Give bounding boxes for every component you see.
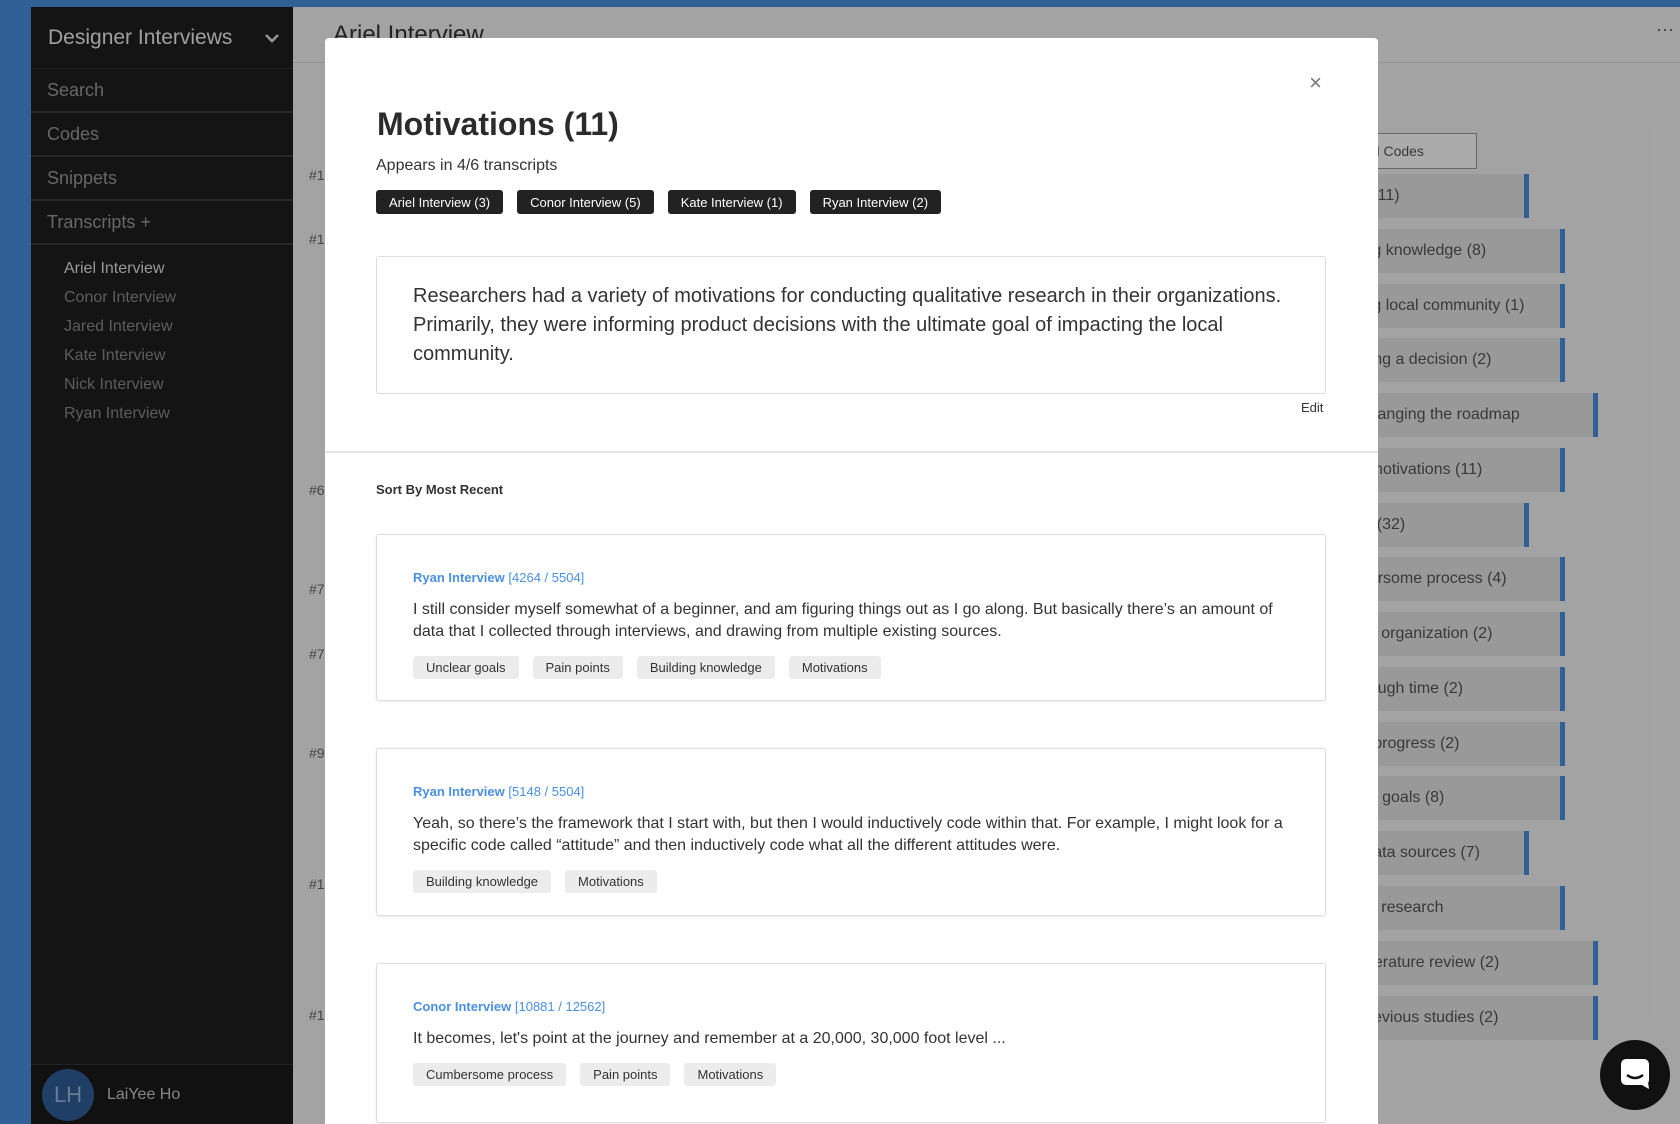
code-item[interactable]: Previous studies (2) <box>1343 996 1598 1040</box>
snippet-text: Yeah, so there’s the framework that I st… <box>413 815 1283 854</box>
snippet-card: Ryan Interview [4264 / 5504] I still con… <box>376 534 1326 701</box>
appears-in-text: Appears in 4/6 transcripts <box>376 157 558 174</box>
sort-control[interactable]: Sort By Most Recent <box>376 482 503 497</box>
line-number: #9 <box>309 745 325 761</box>
line-number: #7 <box>309 581 325 597</box>
snippet-text: I still consider myself somewhat of a be… <box>413 601 1273 640</box>
snippet-card: Ryan Interview [5148 / 5504] Yeah, so th… <box>376 748 1326 916</box>
sidebar-item-transcripts[interactable]: Transcripts + <box>31 201 293 245</box>
code-bar <box>1560 557 1565 601</box>
line-number: #1 <box>309 876 325 892</box>
code-bar <box>1593 996 1598 1040</box>
transcript-chip[interactable]: Ryan Interview (2) <box>809 190 942 214</box>
transcript-item-ariel[interactable]: Ariel Interview <box>31 254 293 283</box>
sidebar-item-snippets[interactable]: Snippets <box>31 157 293 201</box>
snippet-source-name[interactable]: Ryan Interview <box>413 570 505 585</box>
snippet-text: It becomes, let's point at the journey a… <box>413 1030 1006 1047</box>
code-tag[interactable]: Pain points <box>580 1063 671 1086</box>
transcript-chip[interactable]: Kate Interview (1) <box>667 190 796 214</box>
snippet-source-name[interactable]: Conor Interview <box>413 999 511 1014</box>
transcript-item-jared[interactable]: Jared Interview <box>31 312 293 341</box>
code-bar <box>1560 612 1565 656</box>
line-number: #1 <box>309 1007 325 1023</box>
snippet-source[interactable]: Ryan Interview [4264 / 5504] <box>413 570 1289 585</box>
snippet-source[interactable]: Conor Interview [10881 / 12562] <box>413 999 1289 1014</box>
code-tag[interactable]: Motivations <box>684 1063 777 1086</box>
code-item[interactable]: Changing the roadmap <box>1343 393 1598 437</box>
divider <box>325 451 1378 453</box>
transcript-chips: Ariel Interview (3) Conor Interview (5) … <box>376 190 942 214</box>
snippet-source-name[interactable]: Ryan Interview <box>413 784 505 799</box>
chat-widget-button[interactable] <box>1600 1040 1670 1110</box>
user-name: LaiYee Ho <box>107 1085 181 1103</box>
sidebar-item-label: Snippets <box>47 167 118 188</box>
transcript-chip[interactable]: Ariel Interview (3) <box>376 190 504 214</box>
sidebar-item-label: Transcripts + <box>47 211 151 232</box>
code-tag[interactable]: Building knowledge <box>636 656 775 679</box>
code-tag[interactable]: Unclear goals <box>413 656 519 679</box>
edit-description-link[interactable]: Edit <box>1301 400 1323 415</box>
project-switcher[interactable]: Designer Interviews <box>31 7 293 69</box>
more-options-icon[interactable]: ··· <box>1656 19 1674 40</box>
chevron-down-icon[interactable] <box>265 30 279 46</box>
code-bar <box>1524 174 1529 218</box>
code-bar <box>1560 229 1565 273</box>
snippet-range[interactable]: [10881 / 12562] <box>515 999 605 1014</box>
transcript-item-conor[interactable]: Conor Interview <box>31 283 293 312</box>
sidebar-item-codes[interactable]: Codes <box>31 113 293 157</box>
code-bar <box>1560 722 1565 766</box>
code-tag[interactable]: Cumbersome process <box>413 1063 567 1086</box>
code-bar <box>1524 831 1529 875</box>
line-number: #1 <box>309 231 325 247</box>
code-bar <box>1560 284 1565 328</box>
code-item-label: Literature review (2) <box>1357 954 1500 971</box>
snippet-tags: Building knowledge Motivations <box>413 870 1289 893</box>
code-item-label: Changing the roadmap <box>1357 406 1520 423</box>
snippet-tags: Unclear goals Pain points Building knowl… <box>413 656 1289 679</box>
sidebar-item-label: Codes <box>47 123 100 144</box>
close-icon[interactable]: × <box>1309 70 1322 96</box>
code-description: Researchers had a variety of motivations… <box>376 256 1326 394</box>
transcript-chip[interactable]: Conor Interview (5) <box>517 190 654 214</box>
code-bar <box>1593 393 1598 437</box>
code-item-label: Previous studies (2) <box>1357 1009 1499 1026</box>
project-title: Designer Interviews <box>48 25 233 49</box>
code-tag[interactable]: Motivations <box>788 656 881 679</box>
code-bar <box>1560 338 1565 382</box>
chat-icon <box>1618 1056 1652 1095</box>
sidebar: Designer Interviews Search Codes Snippet… <box>31 7 297 1124</box>
transcript-item-kate[interactable]: Kate Interview <box>31 341 293 370</box>
transcript-list: Ariel Interview Conor Interview Jared In… <box>31 245 293 428</box>
avatar: LH <box>42 1068 94 1121</box>
user-profile[interactable]: LH LaiYee Ho <box>31 1064 297 1124</box>
code-bar <box>1560 776 1565 820</box>
snippet-range[interactable]: [5148 / 5504] <box>508 784 584 799</box>
transcript-item-ryan[interactable]: Ryan Interview <box>31 399 293 428</box>
sidebar-item-label: Search <box>47 79 105 100</box>
code-bar <box>1524 503 1529 547</box>
code-tag[interactable]: Motivations <box>565 870 657 893</box>
transcript-item-nick[interactable]: Nick Interview <box>31 370 293 399</box>
snippet-tags: Cumbersome process Pain points Motivatio… <box>413 1063 1289 1086</box>
line-number: #1 <box>309 167 325 183</box>
code-bar <box>1593 941 1598 985</box>
code-item[interactable]: Literature review (2) <box>1343 941 1598 985</box>
snippet-source[interactable]: Ryan Interview [5148 / 5504] <box>413 784 1289 799</box>
snippet-range[interactable]: [4264 / 5504] <box>508 570 584 585</box>
code-detail-modal: × Motivations (11) Appears in 4/6 transc… <box>325 38 1378 1124</box>
sidebar-item-search[interactable]: Search <box>31 69 293 113</box>
code-bar <box>1560 667 1565 711</box>
code-tag[interactable]: Building knowledge <box>413 870 552 893</box>
code-tag[interactable]: Pain points <box>532 656 623 679</box>
code-bar <box>1560 448 1565 492</box>
snippet-card: Conor Interview [10881 / 12562] It becom… <box>376 963 1326 1123</box>
line-number: #6 <box>309 482 325 498</box>
modal-title: Motivations (11) <box>377 106 619 142</box>
line-number: #7 <box>309 646 325 662</box>
code-bar <box>1560 886 1565 930</box>
